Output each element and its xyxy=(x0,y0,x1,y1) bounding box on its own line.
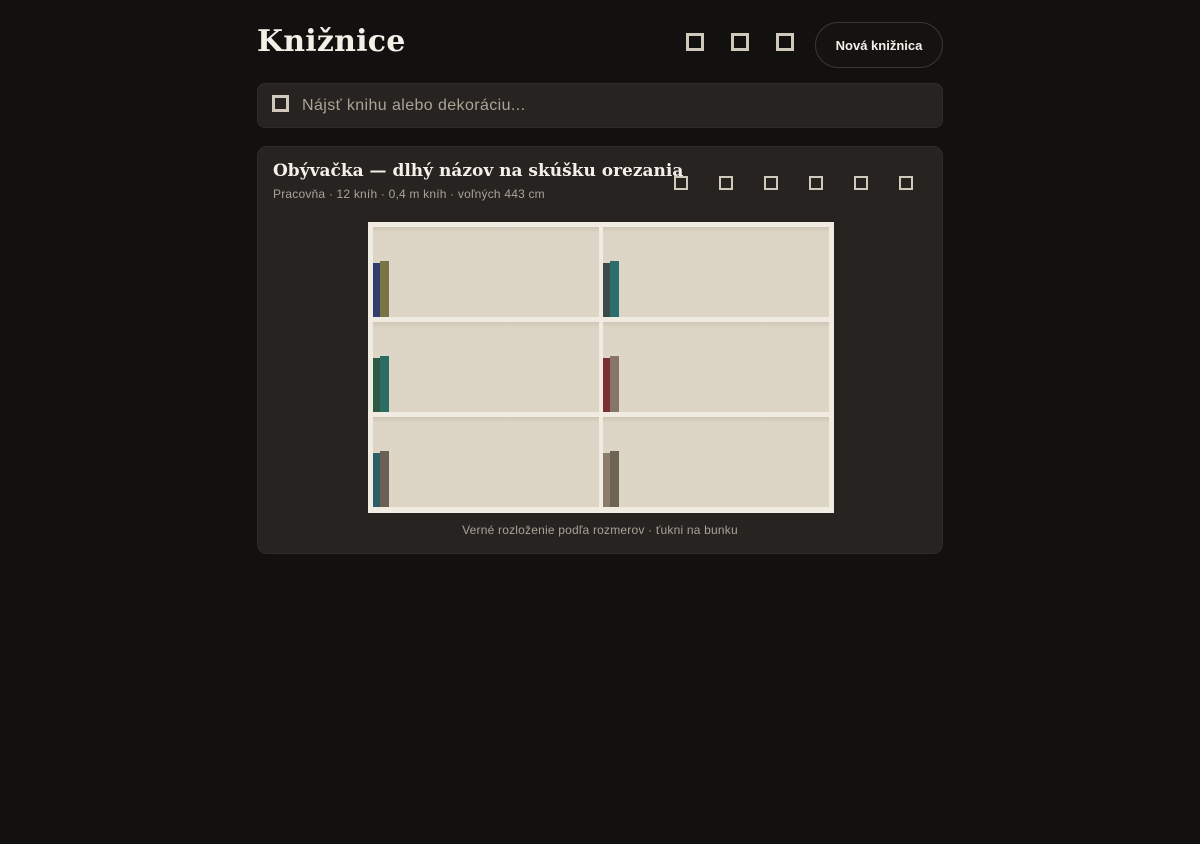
book xyxy=(610,356,619,412)
library-title: Obývačka — dlhý názov na skúšku orezania xyxy=(273,161,684,181)
book xyxy=(603,453,610,507)
book xyxy=(380,451,389,507)
square-icon xyxy=(272,95,289,112)
library-meta: Pracovňa · 12 kníh · 0,4 m kníh · voľnýc… xyxy=(273,187,545,201)
book xyxy=(373,263,380,317)
square-icon[interactable] xyxy=(686,33,704,51)
book xyxy=(603,358,610,412)
shelf-cell[interactable] xyxy=(603,322,829,412)
book xyxy=(380,261,389,317)
shelf-cell[interactable] xyxy=(603,417,829,507)
book xyxy=(373,453,380,507)
shelf-cell[interactable] xyxy=(373,322,599,412)
search-input[interactable] xyxy=(302,84,922,127)
book xyxy=(380,356,389,412)
square-icon[interactable] xyxy=(674,176,688,190)
header: Knižnice Nová knižnica xyxy=(257,22,943,68)
library-card: Obývačka — dlhý názov na skúšku orezania… xyxy=(257,146,943,554)
bookshelf-caption: Verné rozloženie podľa rozmerov · ťukni … xyxy=(462,523,738,537)
square-icon[interactable] xyxy=(719,176,733,190)
book xyxy=(373,358,380,412)
square-icon[interactable] xyxy=(899,176,913,190)
book xyxy=(603,263,610,317)
new-library-button[interactable]: Nová knižnica xyxy=(815,22,943,68)
square-icon[interactable] xyxy=(809,176,823,190)
shelf-cell[interactable] xyxy=(603,227,829,317)
square-icon[interactable] xyxy=(776,33,794,51)
search-bar xyxy=(257,83,943,128)
square-icon[interactable] xyxy=(731,33,749,51)
shelf-cell[interactable] xyxy=(373,417,599,507)
square-icon[interactable] xyxy=(764,176,778,190)
book xyxy=(610,451,619,507)
bookshelf xyxy=(368,222,834,513)
square-icon[interactable] xyxy=(854,176,868,190)
page-title: Knižnice xyxy=(257,24,406,59)
book xyxy=(610,261,619,317)
shelf-cell[interactable] xyxy=(373,227,599,317)
